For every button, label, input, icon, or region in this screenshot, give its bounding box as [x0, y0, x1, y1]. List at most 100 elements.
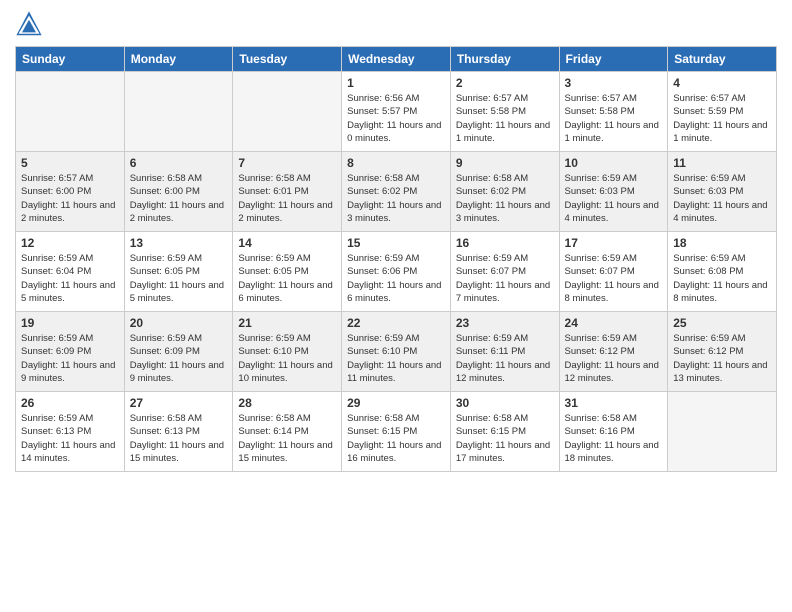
calendar-day-cell: 18 Sunrise: 6:59 AM Sunset: 6:08 PM Dayli…: [668, 232, 777, 312]
calendar-week-row: 19 Sunrise: 6:59 AM Sunset: 6:09 PM Dayli…: [16, 312, 777, 392]
calendar-day-cell: 9Sunrise: 6:58 AM Sunset: 6:02 PM Daylig…: [450, 152, 559, 232]
calendar-day-cell: 20 Sunrise: 6:59 AM Sunset: 6:09 PM Dayli…: [124, 312, 233, 392]
day-info: Sunrise: 6:57 AM Sunset: 5:58 PM Dayligh…: [565, 92, 663, 145]
day-number: 12: [21, 236, 119, 250]
day-number: 20: [130, 316, 228, 330]
calendar-day-cell: 23Sunrise: 6:59 AM Sunset: 6:11 PM Dayli…: [450, 312, 559, 392]
day-info: Sunrise: 6:58 AM Sunset: 6:16 PM Dayligh…: [565, 412, 663, 465]
day-info: Sunrise: 6:59 AM Sunset: 6:11 PM Dayligh…: [456, 332, 554, 385]
calendar-day-cell: 6Sunrise: 6:58 AM Sunset: 6:00 PM Daylig…: [124, 152, 233, 232]
calendar-day-cell: 5Sunrise: 6:57 AM Sunset: 6:00 PM Daylig…: [16, 152, 125, 232]
calendar-header-row: SundayMondayTuesdayWednesdayThursdayFrid…: [16, 47, 777, 72]
weekday-header: Thursday: [450, 47, 559, 72]
day-number: 13: [130, 236, 228, 250]
day-number: 28: [238, 396, 336, 410]
day-info: Sunrise: 6:58 AM Sunset: 6:01 PM Dayligh…: [238, 172, 336, 225]
day-info: Sunrise: 6:56 AM Sunset: 5:57 PM Dayligh…: [347, 92, 445, 145]
weekday-header: Wednesday: [342, 47, 451, 72]
day-number: 8: [347, 156, 445, 170]
day-info: Sunrise: 6:58 AM Sunset: 6:14 PM Dayligh…: [238, 412, 336, 465]
day-info: Sunrise: 6:58 AM Sunset: 6:15 PM Dayligh…: [347, 412, 445, 465]
day-number: 26: [21, 396, 119, 410]
calendar-day-cell: 12 Sunrise: 6:59 AM Sunset: 6:04 PM Dayli…: [16, 232, 125, 312]
page-header: [15, 10, 777, 38]
day-info: Sunrise: 6:59 AM Sunset: 6:08 PM Dayligh…: [673, 252, 771, 305]
calendar-day-cell: 14 Sunrise: 6:59 AM Sunset: 6:05 PM Dayli…: [233, 232, 342, 312]
day-info: Sunrise: 6:59 AM Sunset: 6:13 PM Dayligh…: [21, 412, 119, 465]
calendar-day-cell: 8Sunrise: 6:58 AM Sunset: 6:02 PM Daylig…: [342, 152, 451, 232]
day-number: 14: [238, 236, 336, 250]
day-number: 7: [238, 156, 336, 170]
calendar-day-cell: 26 Sunrise: 6:59 AM Sunset: 6:13 PM Dayli…: [16, 392, 125, 472]
calendar-day-cell: [668, 392, 777, 472]
day-number: 19: [21, 316, 119, 330]
day-number: 17: [565, 236, 663, 250]
day-info: Sunrise: 6:59 AM Sunset: 6:07 PM Dayligh…: [456, 252, 554, 305]
day-number: 1: [347, 76, 445, 90]
calendar-day-cell: 24 Sunrise: 6:59 AM Sunset: 6:12 PM Dayli…: [559, 312, 668, 392]
day-info: Sunrise: 6:59 AM Sunset: 6:09 PM Dayligh…: [21, 332, 119, 385]
day-info: Sunrise: 6:59 AM Sunset: 6:03 PM Dayligh…: [565, 172, 663, 225]
calendar-day-cell: 7 Sunrise: 6:58 AM Sunset: 6:01 PM Daylig…: [233, 152, 342, 232]
calendar-day-cell: 15 Sunrise: 6:59 AM Sunset: 6:06 PM Dayli…: [342, 232, 451, 312]
day-number: 25: [673, 316, 771, 330]
calendar-week-row: 5Sunrise: 6:57 AM Sunset: 6:00 PM Daylig…: [16, 152, 777, 232]
calendar-day-cell: [16, 72, 125, 152]
day-info: Sunrise: 6:59 AM Sunset: 6:10 PM Dayligh…: [347, 332, 445, 385]
day-number: 2: [456, 76, 554, 90]
day-number: 31: [565, 396, 663, 410]
calendar-day-cell: 25 Sunrise: 6:59 AM Sunset: 6:12 PM Dayli…: [668, 312, 777, 392]
calendar-week-row: 26 Sunrise: 6:59 AM Sunset: 6:13 PM Dayli…: [16, 392, 777, 472]
day-info: Sunrise: 6:59 AM Sunset: 6:10 PM Dayligh…: [238, 332, 336, 385]
calendar-day-cell: 29 Sunrise: 6:58 AM Sunset: 6:15 PM Dayli…: [342, 392, 451, 472]
weekday-header: Sunday: [16, 47, 125, 72]
day-number: 4: [673, 76, 771, 90]
day-info: Sunrise: 6:58 AM Sunset: 6:13 PM Dayligh…: [130, 412, 228, 465]
weekday-header: Friday: [559, 47, 668, 72]
calendar-week-row: 1 Sunrise: 6:56 AM Sunset: 5:57 PM Daylig…: [16, 72, 777, 152]
day-info: Sunrise: 6:59 AM Sunset: 6:09 PM Dayligh…: [130, 332, 228, 385]
day-number: 22: [347, 316, 445, 330]
calendar-day-cell: 31 Sunrise: 6:58 AM Sunset: 6:16 PM Dayli…: [559, 392, 668, 472]
calendar-day-cell: 22 Sunrise: 6:59 AM Sunset: 6:10 PM Dayli…: [342, 312, 451, 392]
calendar-day-cell: 10 Sunrise: 6:59 AM Sunset: 6:03 PM Dayli…: [559, 152, 668, 232]
calendar-day-cell: 3 Sunrise: 6:57 AM Sunset: 5:58 PM Daylig…: [559, 72, 668, 152]
day-info: Sunrise: 6:59 AM Sunset: 6:12 PM Dayligh…: [565, 332, 663, 385]
calendar-day-cell: 30Sunrise: 6:58 AM Sunset: 6:15 PM Dayli…: [450, 392, 559, 472]
day-number: 18: [673, 236, 771, 250]
calendar-day-cell: 11 Sunrise: 6:59 AM Sunset: 6:03 PM Dayli…: [668, 152, 777, 232]
day-info: Sunrise: 6:57 AM Sunset: 5:58 PM Dayligh…: [456, 92, 554, 145]
day-info: Sunrise: 6:57 AM Sunset: 6:00 PM Dayligh…: [21, 172, 119, 225]
day-info: Sunrise: 6:59 AM Sunset: 6:06 PM Dayligh…: [347, 252, 445, 305]
day-info: Sunrise: 6:59 AM Sunset: 6:05 PM Dayligh…: [130, 252, 228, 305]
day-info: Sunrise: 6:57 AM Sunset: 5:59 PM Dayligh…: [673, 92, 771, 145]
calendar-day-cell: [124, 72, 233, 152]
calendar-day-cell: 28 Sunrise: 6:58 AM Sunset: 6:14 PM Dayli…: [233, 392, 342, 472]
calendar-day-cell: 2 Sunrise: 6:57 AM Sunset: 5:58 PM Daylig…: [450, 72, 559, 152]
day-number: 3: [565, 76, 663, 90]
weekday-header: Monday: [124, 47, 233, 72]
calendar-day-cell: [233, 72, 342, 152]
day-info: Sunrise: 6:58 AM Sunset: 6:15 PM Dayligh…: [456, 412, 554, 465]
day-info: Sunrise: 6:59 AM Sunset: 6:05 PM Dayligh…: [238, 252, 336, 305]
day-info: Sunrise: 6:59 AM Sunset: 6:12 PM Dayligh…: [673, 332, 771, 385]
day-number: 29: [347, 396, 445, 410]
day-info: Sunrise: 6:59 AM Sunset: 6:03 PM Dayligh…: [673, 172, 771, 225]
calendar-day-cell: 21Sunrise: 6:59 AM Sunset: 6:10 PM Dayli…: [233, 312, 342, 392]
day-number: 27: [130, 396, 228, 410]
day-info: Sunrise: 6:59 AM Sunset: 6:04 PM Dayligh…: [21, 252, 119, 305]
logo-icon: [15, 10, 43, 38]
weekday-header: Saturday: [668, 47, 777, 72]
calendar-day-cell: 13 Sunrise: 6:59 AM Sunset: 6:05 PM Dayli…: [124, 232, 233, 312]
calendar-week-row: 12 Sunrise: 6:59 AM Sunset: 6:04 PM Dayli…: [16, 232, 777, 312]
day-number: 15: [347, 236, 445, 250]
calendar-table: SundayMondayTuesdayWednesdayThursdayFrid…: [15, 46, 777, 472]
calendar-day-cell: 17Sunrise: 6:59 AM Sunset: 6:07 PM Dayli…: [559, 232, 668, 312]
calendar-day-cell: 4 Sunrise: 6:57 AM Sunset: 5:59 PM Daylig…: [668, 72, 777, 152]
day-number: 16: [456, 236, 554, 250]
day-number: 11: [673, 156, 771, 170]
day-number: 9: [456, 156, 554, 170]
day-number: 24: [565, 316, 663, 330]
day-number: 10: [565, 156, 663, 170]
calendar-day-cell: 19 Sunrise: 6:59 AM Sunset: 6:09 PM Dayli…: [16, 312, 125, 392]
